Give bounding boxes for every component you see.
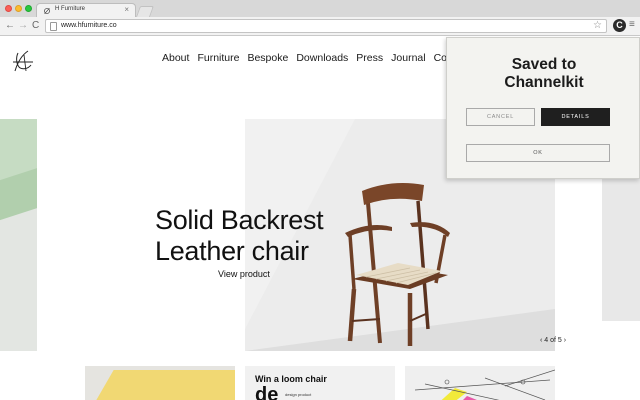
- chair-image: [345, 183, 450, 346]
- nav-press[interactable]: Press: [356, 52, 383, 64]
- nav-downloads[interactable]: Downloads: [296, 52, 348, 64]
- hero-headline: Solid Backrest Leather chair: [155, 205, 324, 267]
- menu-icon[interactable]: ≡: [629, 19, 635, 31]
- popup-title-line-2: Channelkit: [504, 74, 584, 91]
- cancel-button[interactable]: CANCEL: [466, 108, 535, 126]
- card-loom-big-text: de: [255, 384, 279, 400]
- view-product-link[interactable]: View product: [218, 269, 270, 279]
- page-icon: [50, 22, 57, 31]
- headline-line-2: Leather chair: [155, 236, 309, 266]
- maximize-window-button[interactable]: [25, 5, 32, 12]
- browser-tab[interactable]: H Furniture ×: [36, 3, 136, 17]
- tab-close-icon[interactable]: ×: [124, 5, 129, 15]
- card-yellow[interactable]: [85, 366, 235, 400]
- close-window-button[interactable]: [5, 5, 12, 12]
- forward-icon[interactable]: →: [18, 20, 28, 32]
- main-nav: About Furniture Bespoke Downloads Press …: [162, 52, 447, 64]
- favicon-icon: [44, 7, 50, 15]
- address-bar[interactable]: www.hfurniture.co ☆: [45, 19, 607, 33]
- details-button[interactable]: DETAILS: [541, 108, 610, 126]
- nav-journal[interactable]: Journal: [391, 52, 425, 64]
- card-yellow-image: [96, 370, 235, 400]
- url-text[interactable]: www.hfurniture.co: [61, 22, 117, 29]
- headline-line-1: Solid Backrest: [155, 205, 324, 235]
- previous-slide[interactable]: [0, 119, 37, 351]
- card-loom-small-text: design product: [285, 392, 312, 397]
- bookmark-star-icon[interactable]: ☆: [593, 20, 602, 32]
- new-tab-button[interactable]: [135, 6, 155, 17]
- nav-about[interactable]: About: [162, 52, 189, 64]
- popup-title: Saved to Channelkit: [447, 56, 640, 92]
- minimize-window-button[interactable]: [15, 5, 22, 12]
- tab-bar: H Furniture ×: [0, 0, 640, 17]
- card-loom-chair[interactable]: Win a loom chair de design product: [245, 366, 395, 400]
- nav-bespoke[interactable]: Bespoke: [247, 52, 288, 64]
- browser-toolbar: ← → C www.hfurniture.co ☆ C ≡: [0, 17, 640, 36]
- browser-window: H Furniture × ← → C www.hfurniture.co ☆ …: [0, 0, 640, 400]
- card-sketch[interactable]: [405, 366, 555, 400]
- card-sketch-image: [414, 369, 555, 400]
- card-loom-title: Win a loom chair: [255, 374, 327, 384]
- ok-button[interactable]: OK: [466, 144, 610, 162]
- tab-title: H Furniture: [55, 6, 86, 12]
- channelkit-extension-icon[interactable]: C: [613, 19, 626, 32]
- h-furniture-logo[interactable]: [10, 49, 36, 73]
- slide-counter[interactable]: ‹ 4 of 5 ›: [540, 337, 566, 344]
- reload-icon[interactable]: C: [32, 20, 39, 32]
- back-icon[interactable]: ←: [5, 20, 15, 32]
- channelkit-popup: Saved to Channelkit CANCEL DETAILS OK: [446, 37, 640, 179]
- popup-title-line-1: Saved to: [511, 56, 577, 73]
- nav-furniture[interactable]: Furniture: [197, 52, 239, 64]
